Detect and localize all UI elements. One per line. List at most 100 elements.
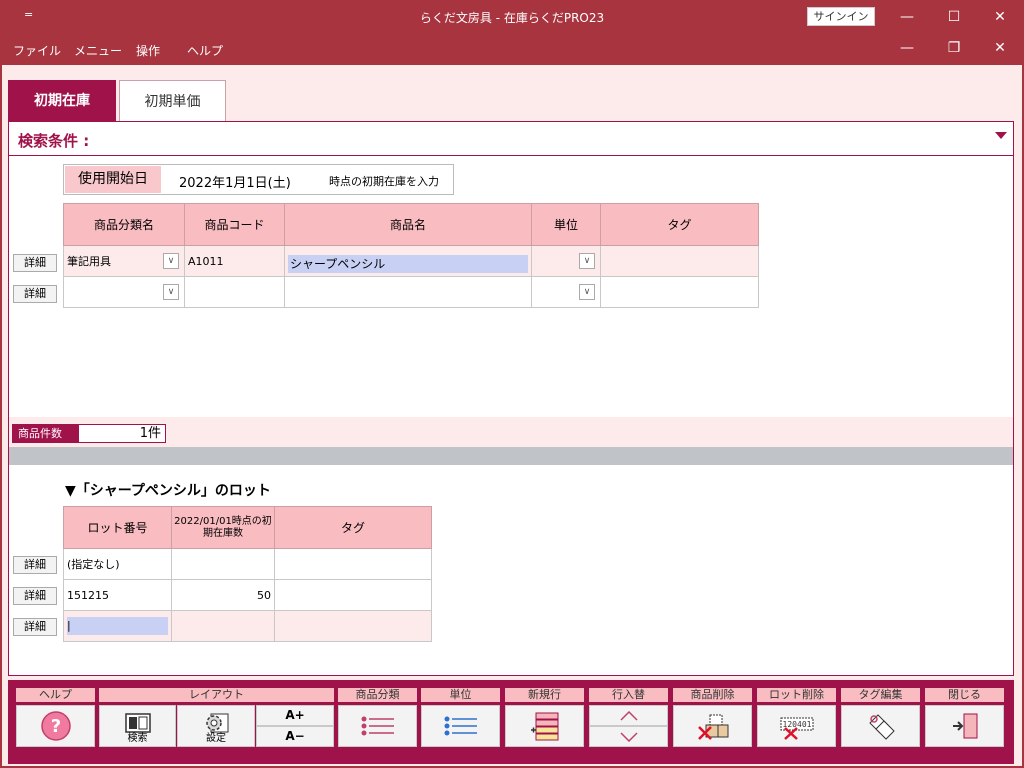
detail-button[interactable]: 詳細 <box>13 587 57 605</box>
table-row[interactable]: 筆記用具 ∨ A1011 シャープペンシル ∨ <box>63 245 759 277</box>
tag-icon <box>868 714 895 740</box>
close-icon[interactable]: ✕ <box>988 6 1012 28</box>
lot-number-cell[interactable]: (指定なし) <box>63 548 172 580</box>
code-cell[interactable] <box>184 276 285 308</box>
pane-splitter[interactable] <box>9 447 1013 465</box>
detail-button[interactable]: 詳細 <box>13 254 57 272</box>
delete-product-group-label: 商品削除 <box>673 688 752 702</box>
help-button[interactable]: ? <box>16 705 95 747</box>
chevron-down-icon[interactable]: ∨ <box>579 283 595 300</box>
column-header-tag[interactable]: タグ <box>600 203 759 246</box>
title-bar: = らくだ文房具 - 在庫らくだPRO23 サインイン — ☐ ✕ <box>0 0 1024 34</box>
tag-cell[interactable] <box>600 245 759 277</box>
column-header-name[interactable]: 商品名 <box>284 203 532 246</box>
table-row[interactable]: | <box>63 610 432 642</box>
category-cell[interactable]: ∨ <box>63 276 185 308</box>
name-cell[interactable]: シャープペンシル <box>284 245 532 277</box>
column-header-unit[interactable]: 単位 <box>531 203 601 246</box>
child-close-icon[interactable]: ✕ <box>990 38 1010 58</box>
font-size-up-button[interactable]: A+ <box>256 705 334 726</box>
column-header-lot-number[interactable]: ロット番号 <box>63 506 172 549</box>
product-table: 商品分類名 商品コード 商品名 単位 タグ 筆記用具 ∨ A1011 シャープペン… <box>63 203 759 308</box>
list-icon <box>361 716 394 736</box>
delete-lot-icon: 120401 <box>780 717 813 740</box>
reorder-group-label: 行入替 <box>589 688 668 702</box>
tab-initial-price[interactable]: 初期単価 <box>119 80 226 122</box>
lot-number-cell[interactable]: 151215 <box>63 579 172 611</box>
detail-button[interactable]: 詳細 <box>13 285 57 303</box>
product-count-strip: 商品件数 1件 <box>9 417 1013 447</box>
menu-help[interactable]: ヘルプ <box>187 42 223 59</box>
name-cell[interactable] <box>284 276 532 308</box>
lot-tag-cell[interactable] <box>274 579 432 611</box>
chevron-up-icon <box>619 710 638 721</box>
help-icon: ? <box>40 711 71 741</box>
menu-bar: ファイル メニュー 操作 ヘルプ <box>0 34 1024 64</box>
lot-number-cell[interactable]: | <box>63 610 172 642</box>
lot-icon-text: 120401 <box>782 720 811 729</box>
delete-lot-group-label: ロット削除 <box>757 688 836 702</box>
product-count-value: 1件 <box>78 424 166 443</box>
tag-cell[interactable] <box>600 276 759 308</box>
detail-button[interactable]: 詳細 <box>13 618 57 636</box>
lot-qty-cell[interactable] <box>171 610 275 642</box>
lot-qty-cell[interactable] <box>171 548 275 580</box>
lot-tag-cell[interactable] <box>274 610 432 642</box>
chevron-down-icon[interactable] <box>995 132 1007 139</box>
help-group-label: ヘルプ <box>16 688 95 702</box>
new-row-button[interactable] <box>505 705 584 747</box>
close-button[interactable] <box>925 705 1004 747</box>
settings-layout-button[interactable]: 設定 <box>177 705 255 747</box>
layout-group-label: レイアウト <box>99 688 334 702</box>
close-group-label: 閉じる <box>925 688 1004 702</box>
category-value: 筆記用具 <box>67 254 111 268</box>
minimize-icon[interactable]: — <box>895 6 919 28</box>
table-row[interactable]: 151215 50 <box>63 579 432 611</box>
unit-button[interactable] <box>421 705 500 747</box>
chevron-down-icon[interactable]: ∨ <box>579 252 595 269</box>
move-row-up-button[interactable] <box>589 705 668 726</box>
search-layout-label: 検索 <box>127 733 148 744</box>
lot-qty-cell[interactable]: 50 <box>171 579 275 611</box>
edit-tag-button[interactable] <box>841 705 920 747</box>
edit-tag-group-label: タグ編集 <box>841 688 920 702</box>
menu-operation[interactable]: 操作 <box>136 42 160 59</box>
search-layout-button[interactable]: 検索 <box>99 705 176 747</box>
column-header-code[interactable]: 商品コード <box>184 203 285 246</box>
tab-initial-stock[interactable]: 初期在庫 <box>8 80 116 122</box>
table-row[interactable]: (指定なし) <box>63 548 432 580</box>
unit-cell[interactable]: ∨ <box>531 245 601 277</box>
delete-product-button[interactable] <box>673 705 752 747</box>
client-area: 初期在庫 初期単価 検索条件 : 使用開始日 2022年1月1日(土) 時点の初… <box>2 65 1022 766</box>
code-cell[interactable]: A1011 <box>184 245 285 277</box>
signin-button[interactable]: サインイン <box>807 7 875 26</box>
search-conditions-header[interactable]: 検索条件 : <box>9 122 1013 156</box>
column-header-category[interactable]: 商品分類名 <box>63 203 185 246</box>
category-group-label: 商品分類 <box>338 688 417 702</box>
chevron-down-icon[interactable]: ∨ <box>163 283 179 300</box>
chevron-down-icon <box>619 731 638 742</box>
bottom-toolbar: ヘルプ ? レイアウト 検索 設定 A+ A− 商品分類 単位 新規行 行入替 … <box>8 680 1014 764</box>
lot-tag-cell[interactable] <box>274 548 432 580</box>
menu-file[interactable]: ファイル <box>13 42 61 59</box>
detail-button[interactable]: 詳細 <box>13 556 57 574</box>
chevron-down-icon[interactable]: ∨ <box>163 252 179 269</box>
unit-cell[interactable]: ∨ <box>531 276 601 308</box>
font-size-down-button[interactable]: A− <box>256 726 334 747</box>
category-button[interactable] <box>338 705 417 747</box>
search-conditions-label: 検索条件 : <box>18 132 90 150</box>
column-header-initial-qty[interactable]: 2022/01/01時点の初期在庫数 <box>171 506 275 549</box>
menu-menu[interactable]: メニュー <box>74 42 122 59</box>
move-row-down-button[interactable] <box>589 726 668 747</box>
child-minimize-icon[interactable]: — <box>897 38 917 58</box>
category-cell[interactable]: 筆記用具 ∨ <box>63 245 185 277</box>
delete-lot-button[interactable]: 120401 <box>757 705 836 747</box>
product-count-label: 商品件数 <box>12 424 78 443</box>
column-header-lot-tag[interactable]: タグ <box>274 506 432 549</box>
name-value: シャープペンシル <box>288 254 528 273</box>
maximize-icon[interactable]: ☐ <box>942 6 966 28</box>
lot-number-input[interactable]: | <box>67 617 168 635</box>
start-date-value[interactable]: 2022年1月1日(土) <box>179 172 291 191</box>
child-restore-icon[interactable]: ❐ <box>944 38 964 58</box>
table-row[interactable]: ∨ ∨ <box>63 276 759 308</box>
